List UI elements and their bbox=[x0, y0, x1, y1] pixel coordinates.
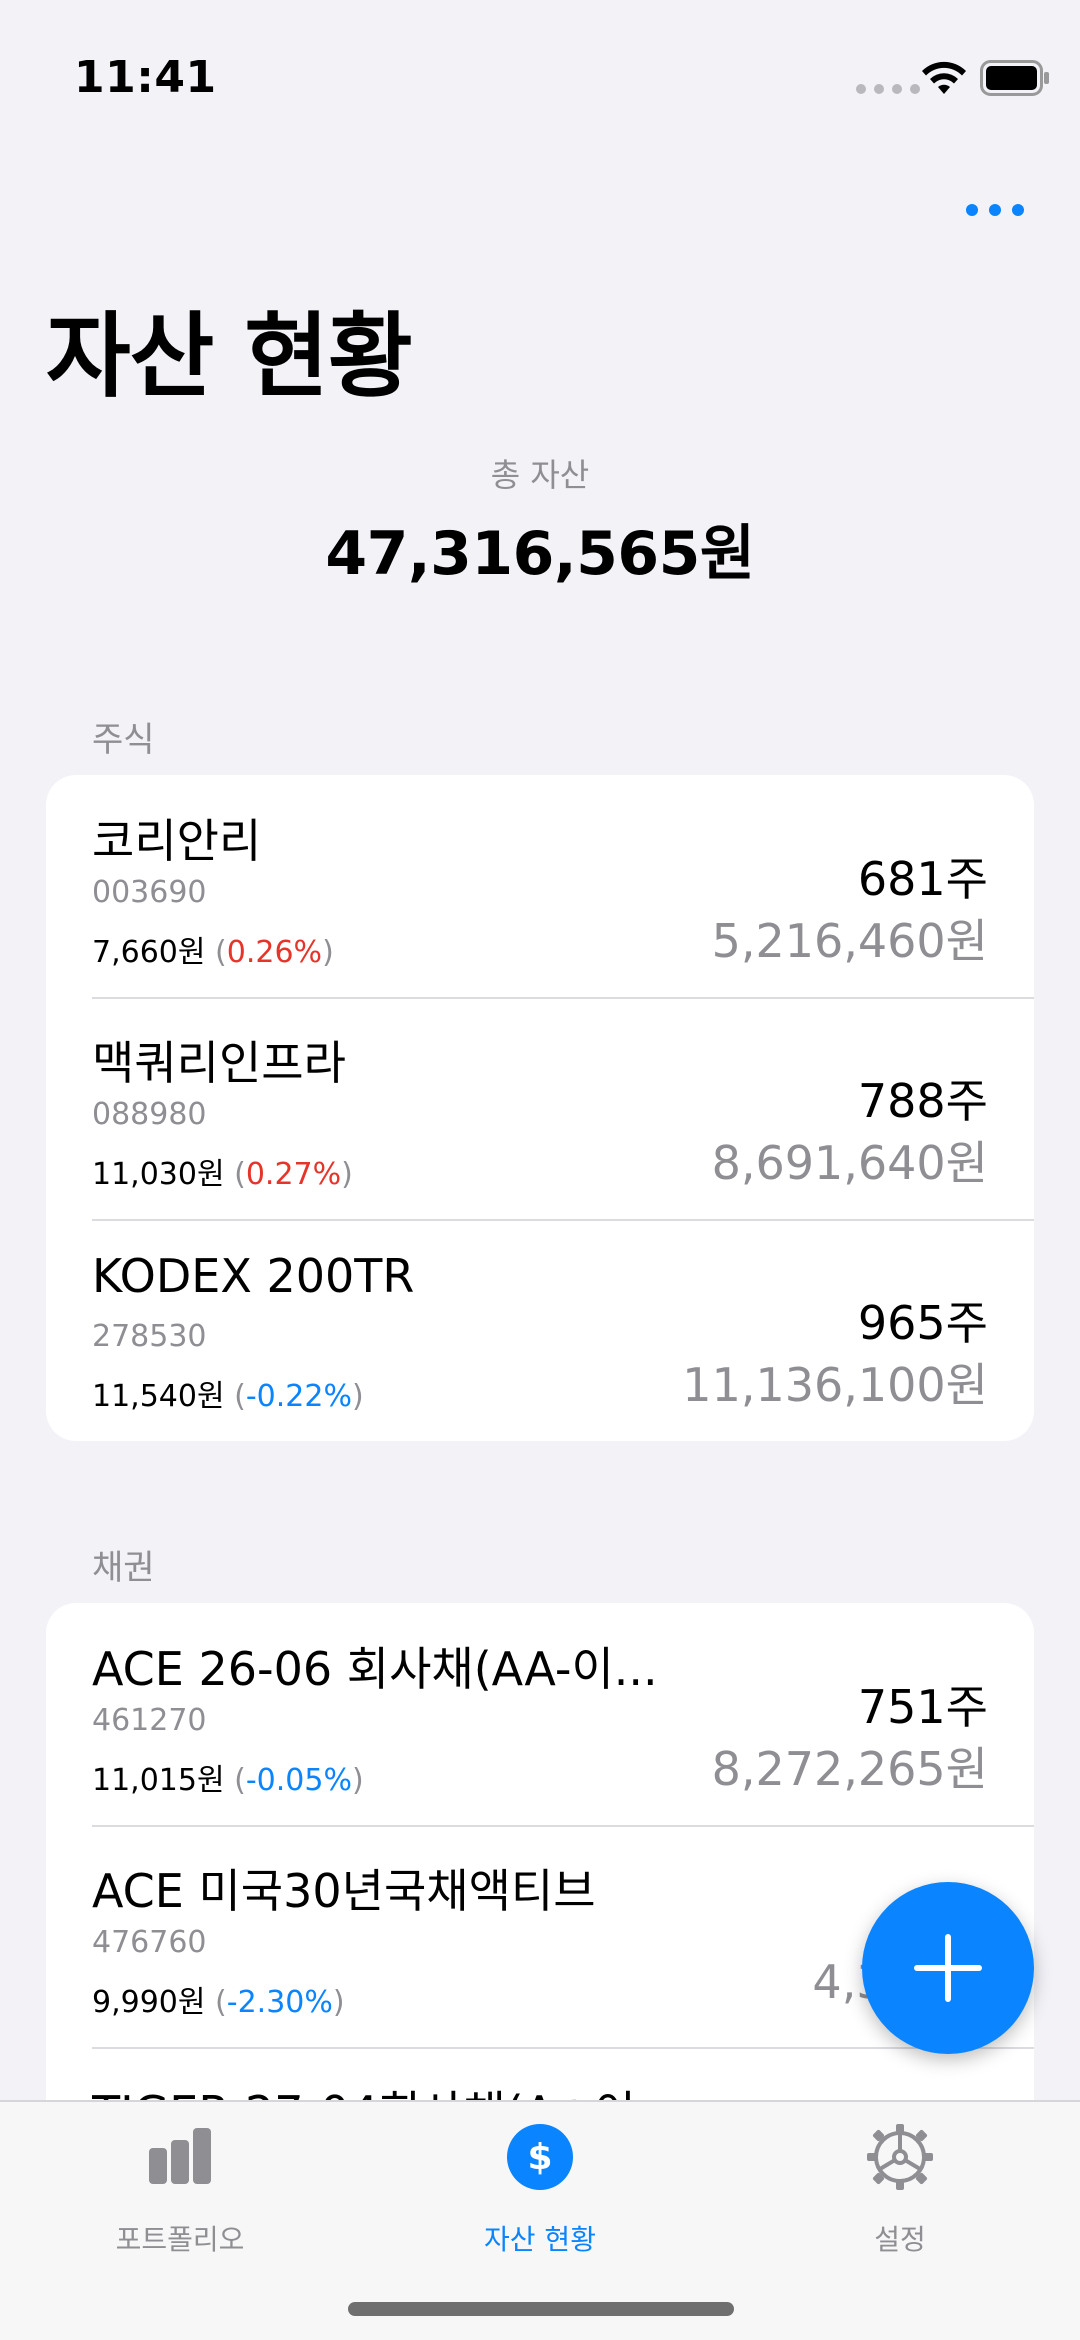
item-code: 476760 bbox=[92, 1925, 207, 1960]
list-item[interactable]: 맥쿼리인프라 088980 11,030원 (0.27%) 788주 8,691… bbox=[46, 997, 1034, 1219]
tab-settings[interactable]: 설정 bbox=[750, 2122, 1050, 2262]
change-percent: -0.22% bbox=[245, 1379, 352, 1414]
tab-label: 설정 bbox=[874, 2223, 926, 2256]
item-name: 맥쿼리인프라 bbox=[92, 1036, 346, 1090]
total-assets-label: 총 자산 bbox=[490, 456, 590, 494]
stocks-card: 코리안리 003690 7,660원 (0.26%) 681주 5,216,46… bbox=[46, 775, 1034, 1441]
tab-portfolio[interactable]: 포트폴리오 bbox=[30, 2122, 330, 2262]
page-title: 자산 현황 bbox=[46, 303, 413, 410]
item-value: 8,691,640원 bbox=[711, 1136, 988, 1190]
svg-text:$: $ bbox=[527, 2137, 552, 2178]
change-percent: 0.26% bbox=[226, 935, 323, 970]
item-quantity: 751주 bbox=[857, 1680, 988, 1734]
signal-icon bbox=[856, 84, 920, 94]
item-price: 11,540원 (-0.22%) bbox=[92, 1379, 364, 1414]
tab-label: 자산 현황 bbox=[484, 2223, 596, 2256]
item-name: ACE 미국30년국채액티브 bbox=[92, 1864, 596, 1918]
item-name: 코리안리 bbox=[92, 814, 262, 868]
status-time: 11:41 bbox=[74, 52, 217, 103]
item-quantity: 681주 bbox=[857, 852, 988, 906]
section-header-stocks: 주식 bbox=[92, 720, 155, 760]
item-code: 003690 bbox=[92, 875, 207, 910]
tab-assets[interactable]: $ 자산 현황 bbox=[390, 2122, 690, 2262]
list-item[interactable]: ACE 26-06 회사채(AA-이... 461270 11,015원 (-0… bbox=[46, 1603, 1034, 1825]
tab-bar: 포트폴리오 $ 자산 현황 설정 bbox=[0, 2100, 1080, 2340]
item-value: 11,136,100원 bbox=[682, 1358, 988, 1412]
more-options-button[interactable] bbox=[960, 190, 1030, 230]
item-code: 278530 bbox=[92, 1319, 207, 1354]
status-bar: 11:41 bbox=[0, 0, 1080, 150]
item-value: 8,272,265원 bbox=[711, 1742, 988, 1796]
item-price: 11,015원 (-0.05%) bbox=[92, 1763, 364, 1798]
item-name: KODEX 200TR bbox=[92, 1249, 415, 1303]
bar-chart-icon bbox=[149, 2128, 211, 2184]
item-price: 7,660원 (0.26%) bbox=[92, 935, 334, 970]
more-dot-icon bbox=[989, 204, 1001, 216]
list-item[interactable]: KODEX 200TR 278530 11,540원 (-0.22%) 965주… bbox=[46, 1219, 1034, 1441]
item-code: 461270 bbox=[92, 1703, 207, 1738]
item-name: ACE 26-06 회사채(AA-이... bbox=[92, 1642, 658, 1696]
item-quantity: 788주 bbox=[857, 1074, 988, 1128]
item-quantity: 965주 bbox=[857, 1296, 988, 1350]
item-code: 088980 bbox=[92, 1097, 207, 1132]
home-indicator[interactable] bbox=[348, 2302, 734, 2316]
more-dot-icon bbox=[966, 204, 978, 216]
item-value: 5,216,460원 bbox=[711, 914, 988, 968]
item-price: 9,990원 (-2.30%) bbox=[92, 1985, 345, 2020]
screen: 11:41 자산 현황 총 자산 47,316,565원 주식 코리안리 003… bbox=[0, 0, 1080, 2340]
wifi-icon bbox=[922, 61, 966, 94]
dollar-circle-icon: $ bbox=[507, 2124, 573, 2190]
gear-icon bbox=[867, 2124, 933, 2190]
change-percent: -0.05% bbox=[245, 1763, 352, 1798]
section-header-bonds: 채권 bbox=[92, 1548, 155, 1588]
item-price: 11,030원 (0.27%) bbox=[92, 1157, 353, 1192]
battery-icon bbox=[980, 60, 1049, 96]
list-item[interactable]: 코리안리 003690 7,660원 (0.26%) 681주 5,216,46… bbox=[46, 775, 1034, 997]
tab-label: 포트폴리오 bbox=[115, 2223, 245, 2256]
change-percent: -2.30% bbox=[226, 1985, 333, 2020]
more-dot-icon bbox=[1012, 204, 1024, 216]
change-percent: 0.27% bbox=[245, 1157, 342, 1192]
total-assets-value: 47,316,565원 bbox=[325, 519, 755, 589]
add-asset-button[interactable] bbox=[862, 1882, 1034, 2054]
